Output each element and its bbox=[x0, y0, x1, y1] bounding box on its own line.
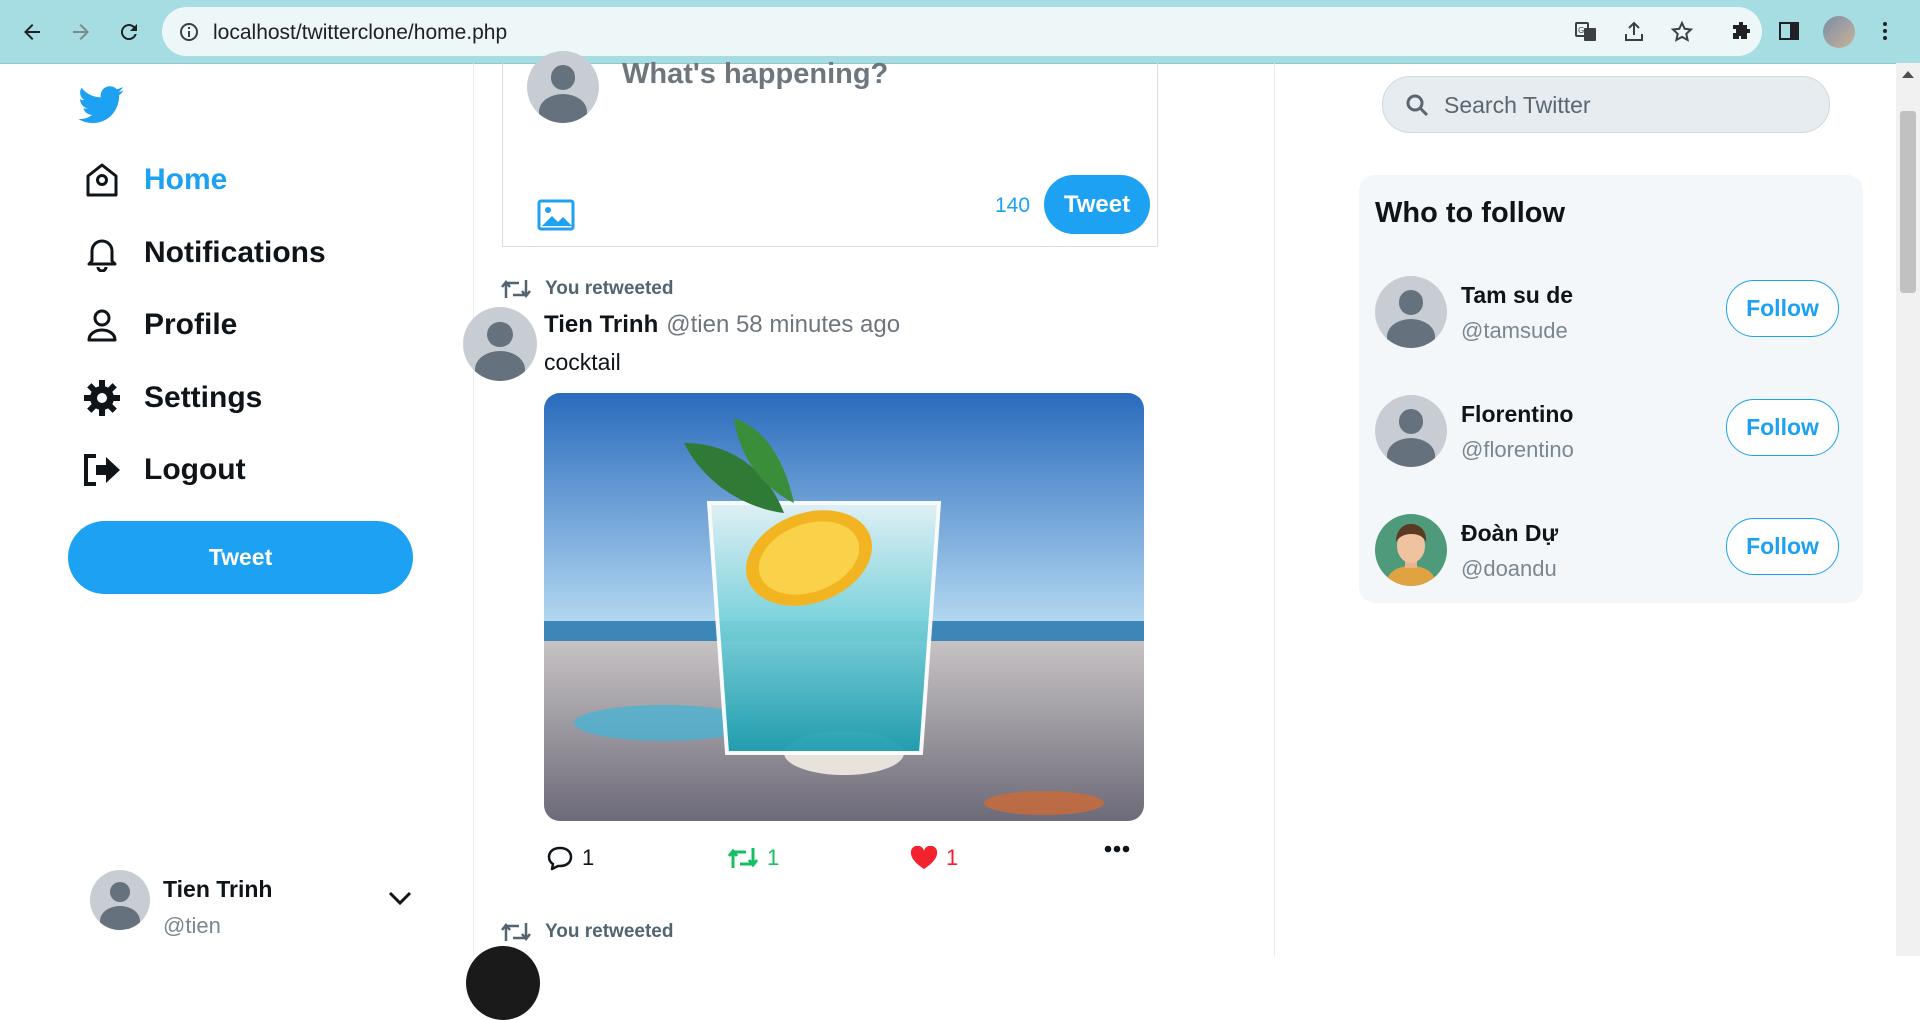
chevron-down-icon[interactable] bbox=[388, 890, 412, 911]
follow-button[interactable]: Follow bbox=[1726, 518, 1839, 575]
right-divider bbox=[1274, 63, 1275, 956]
nav-home-label: Home bbox=[144, 163, 228, 196]
scroll-up-arrow-icon[interactable] bbox=[1902, 71, 1914, 78]
comment-icon bbox=[547, 846, 573, 871]
bookmark-star-icon[interactable] bbox=[1669, 19, 1695, 45]
account-switcher[interactable]: Tien Trinh @tien bbox=[90, 868, 420, 948]
retweet-indicator: You retweeted bbox=[501, 921, 673, 943]
account-avatar bbox=[90, 870, 150, 930]
account-name: Tien Trinh bbox=[163, 876, 273, 902]
follow-suggestion[interactable]: Tam su de @tamsude Follow bbox=[1375, 276, 1847, 356]
tweet-meta: @tien 58 minutes ago bbox=[666, 311, 901, 338]
browser-toolbar: localhost/twitterclone/home.php G bbox=[0, 0, 1920, 64]
nav-notifications[interactable]: Notifications bbox=[82, 228, 326, 278]
heart-icon bbox=[910, 846, 938, 869]
gear-icon bbox=[82, 378, 122, 418]
translate-icon[interactable]: G bbox=[1573, 19, 1599, 45]
extensions-icon[interactable] bbox=[1726, 16, 1756, 46]
suggestion-avatar bbox=[1375, 395, 1447, 467]
suggestion-handle: @florentino bbox=[1461, 437, 1574, 462]
retweet-label: You retweeted bbox=[545, 278, 674, 299]
url-text: localhost/twitterclone/home.php bbox=[213, 21, 508, 44]
composer-avatar bbox=[527, 51, 599, 123]
tweet-avatar[interactable] bbox=[466, 946, 540, 1020]
nav-settings-label: Settings bbox=[144, 381, 263, 414]
side-panel-icon[interactable] bbox=[1774, 16, 1804, 46]
reply-count: 1 bbox=[582, 845, 595, 870]
search-box[interactable]: Search Twitter bbox=[1382, 76, 1830, 133]
suggestion-avatar bbox=[1375, 276, 1447, 348]
bell-icon bbox=[82, 233, 122, 273]
suggestion-name: Tam su de bbox=[1461, 282, 1574, 308]
char-counter: 140 bbox=[995, 194, 1031, 217]
like-count: 1 bbox=[946, 845, 959, 870]
logout-icon bbox=[82, 450, 122, 490]
nav-home[interactable]: Home bbox=[82, 155, 227, 205]
reply-action[interactable]: 1 bbox=[546, 845, 594, 871]
address-bar[interactable]: localhost/twitterclone/home.php G bbox=[162, 7, 1762, 56]
follow-suggestion[interactable]: Florentino @florentino Follow bbox=[1375, 395, 1847, 475]
nav-profile[interactable]: Profile bbox=[82, 300, 237, 350]
tweet-author-name[interactable]: Tien Trinh bbox=[544, 311, 658, 338]
retweet-indicator: You retweeted bbox=[501, 278, 673, 300]
search-input[interactable]: Search Twitter bbox=[1444, 92, 1591, 119]
page-scrollbar[interactable] bbox=[1896, 63, 1920, 956]
profile-avatar-icon[interactable] bbox=[1823, 16, 1855, 48]
nav-profile-label: Profile bbox=[144, 308, 238, 341]
follow-suggestion[interactable]: Đoàn Dự @doandu Follow bbox=[1375, 514, 1847, 594]
search-icon bbox=[1406, 94, 1429, 117]
suggestion-handle: @doandu bbox=[1461, 556, 1557, 581]
tweet-text: cocktail bbox=[544, 349, 621, 375]
suggestion-avatar bbox=[1375, 514, 1447, 586]
more-options-icon[interactable] bbox=[1104, 845, 1130, 853]
account-handle: @tien bbox=[163, 913, 221, 938]
retweet-icon bbox=[501, 279, 531, 299]
retweet-label: You retweeted bbox=[545, 921, 674, 942]
menu-kebab-icon[interactable] bbox=[1870, 16, 1900, 46]
sidebar-tweet-button[interactable]: Tweet bbox=[68, 521, 413, 594]
nav-logout-label: Logout bbox=[144, 453, 246, 486]
info-icon[interactable] bbox=[176, 19, 202, 45]
like-action[interactable]: 1 bbox=[910, 845, 958, 871]
who-to-follow-panel: Who to follow Tam su de @tamsude Follow … bbox=[1359, 175, 1863, 603]
retweet-icon bbox=[727, 848, 759, 868]
composer-input[interactable]: What's happening? bbox=[622, 58, 888, 91]
follow-button[interactable]: Follow bbox=[1726, 280, 1839, 337]
scrollbar-thumb[interactable] bbox=[1900, 111, 1916, 293]
nav-logout[interactable]: Logout bbox=[82, 445, 246, 495]
svg-text:G: G bbox=[1578, 26, 1584, 35]
tweet-image[interactable] bbox=[544, 393, 1144, 821]
left-divider bbox=[473, 63, 474, 956]
tweet-avatar[interactable] bbox=[463, 307, 537, 381]
share-icon[interactable] bbox=[1621, 19, 1647, 45]
forward-icon[interactable] bbox=[63, 14, 99, 50]
retweet-icon bbox=[501, 922, 531, 942]
composer-tweet-button[interactable]: Tweet bbox=[1044, 175, 1150, 234]
back-icon[interactable] bbox=[14, 14, 50, 50]
tweet-header: Tien Trinh @tien 58 minutes ago bbox=[544, 311, 900, 339]
who-to-follow-title: Who to follow bbox=[1375, 197, 1566, 229]
home-icon bbox=[82, 160, 122, 200]
suggestion-name: Florentino bbox=[1461, 401, 1574, 427]
tweet-composer: What's happening? 140 Tweet bbox=[502, 51, 1158, 247]
suggestion-name: Đoàn Dự bbox=[1461, 520, 1559, 546]
image-upload-icon[interactable] bbox=[537, 199, 575, 236]
twitter-bird-icon[interactable] bbox=[78, 86, 124, 129]
retweet-action[interactable]: 1 bbox=[727, 845, 779, 871]
nav-settings[interactable]: Settings bbox=[82, 373, 262, 423]
retweet-count: 1 bbox=[767, 845, 780, 870]
suggestion-handle: @tamsude bbox=[1461, 318, 1568, 343]
nav-notifications-label: Notifications bbox=[144, 236, 326, 269]
reload-icon[interactable] bbox=[111, 14, 147, 50]
person-icon bbox=[82, 305, 122, 345]
follow-button[interactable]: Follow bbox=[1726, 399, 1839, 456]
